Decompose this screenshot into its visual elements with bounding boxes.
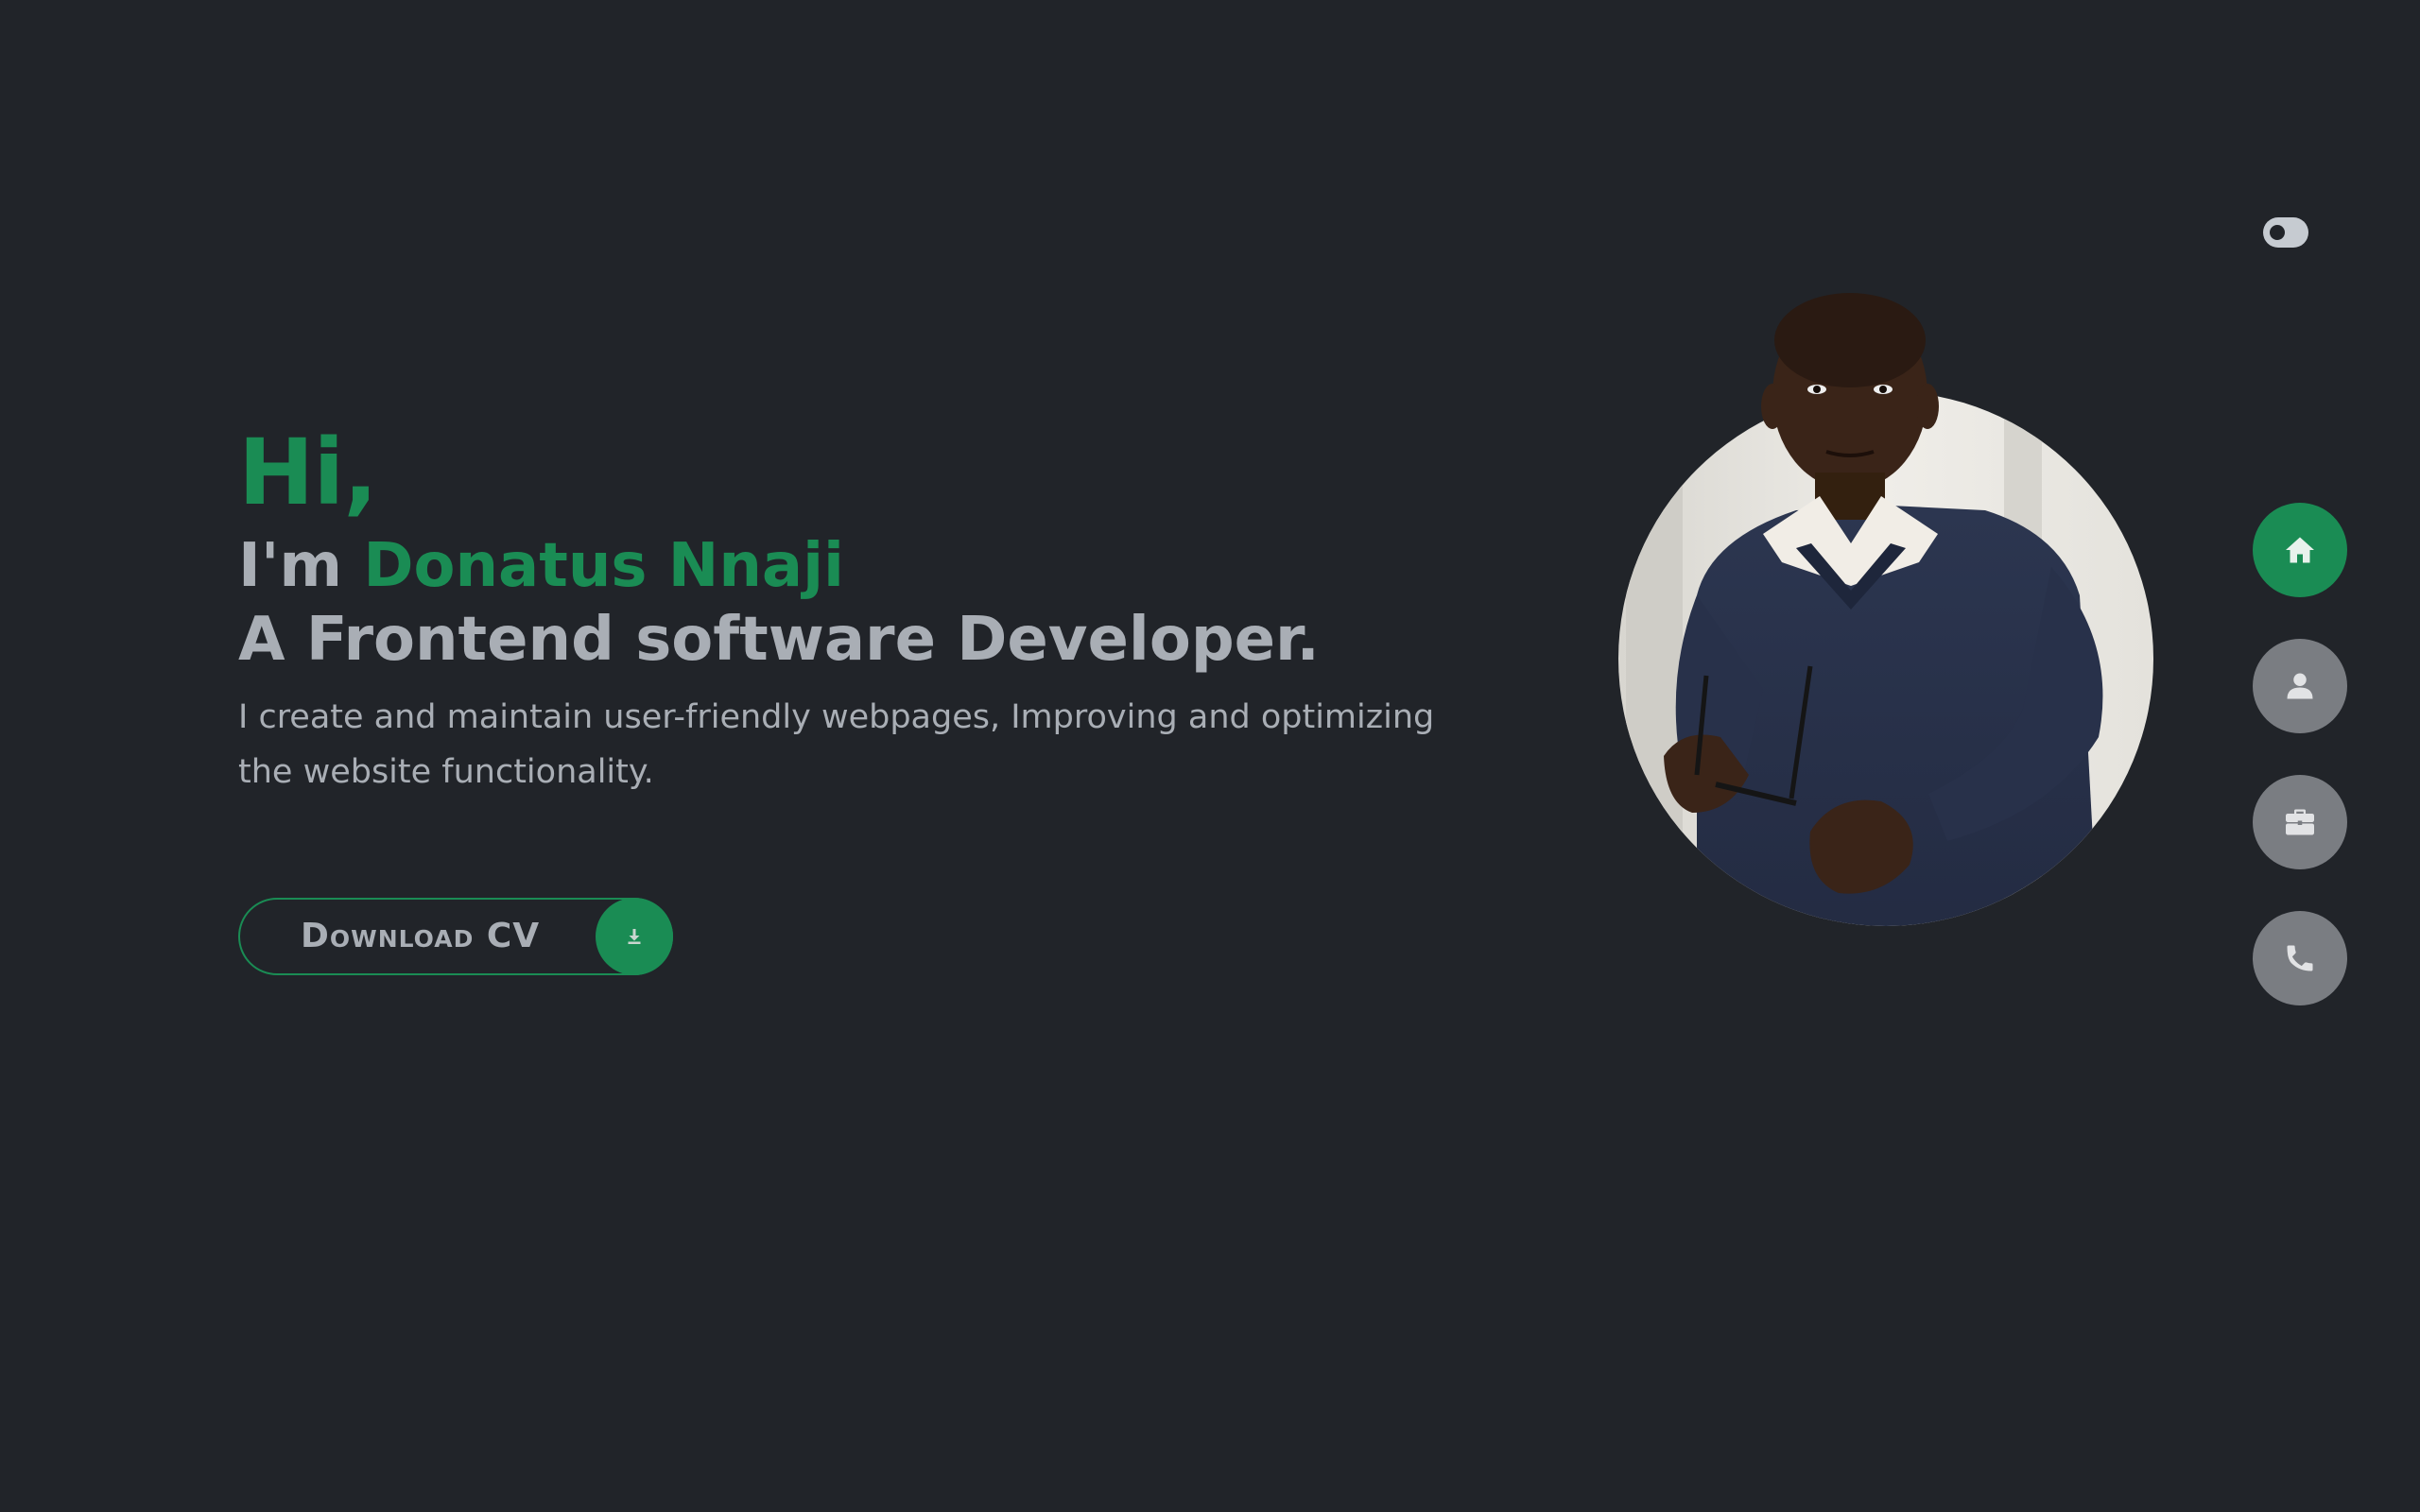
home-icon (2286, 537, 2314, 563)
download-cv-button[interactable]: Download CV (238, 898, 673, 975)
download-cv-label: Download CV (301, 917, 541, 955)
page: Hi, I'm Donatus Nnaji A Frontend softwar… (0, 0, 2420, 1512)
theme-toggle[interactable] (2263, 217, 2308, 248)
hero-description: I create and maintain user-friendly webp… (238, 698, 1435, 791)
developer-name: Donatus Nnaji (363, 531, 844, 601)
nav-home-button[interactable] (2253, 503, 2347, 597)
intro-prefix: I'm (238, 531, 343, 601)
nav-portfolio-button[interactable] (2253, 775, 2347, 869)
intro-heading: I'm Donatus Nnaji (238, 529, 1581, 603)
phone-icon (2287, 945, 2313, 971)
briefcase-icon (2286, 809, 2314, 835)
side-nav (2253, 503, 2347, 1047)
nav-contact-button[interactable] (2253, 911, 2347, 1005)
hero-section: Hi, I'm Donatus Nnaji A Frontend softwar… (238, 416, 1581, 799)
nav-about-button[interactable] (2253, 639, 2347, 733)
toggle-knob (2270, 225, 2285, 240)
role-heading: A Frontend software Developer. (238, 605, 1320, 675)
user-icon (2287, 673, 2313, 699)
profile-photo (1607, 284, 2174, 945)
download-icon (596, 898, 673, 975)
greeting-heading: Hi, (238, 420, 378, 525)
